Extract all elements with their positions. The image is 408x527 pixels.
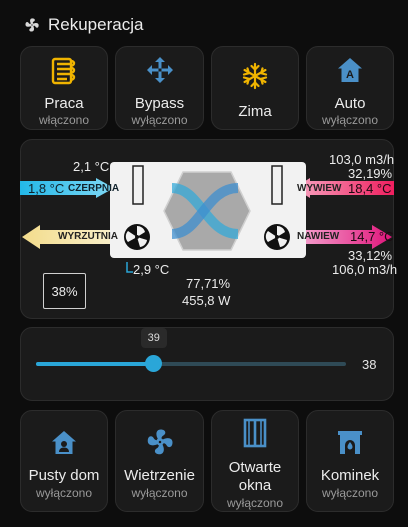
supply-fan-icon xyxy=(264,224,290,250)
nawiew-percent: 33,12% xyxy=(348,248,393,263)
fan-speed-slider-fill xyxy=(36,362,154,366)
power-value: 455,8 W xyxy=(182,293,231,308)
tile-otwarte-okna[interactable]: Otwarte okna wyłączono xyxy=(211,410,299,512)
tile-otwarte-okna-state: wyłączono xyxy=(226,496,284,510)
tile-kominek-label: Kominek xyxy=(320,467,380,484)
efficiency-value: 77,71% xyxy=(186,276,231,291)
exhaust-fan-icon xyxy=(124,224,150,250)
fan-speed-percent: 38% xyxy=(43,273,86,309)
czerpnia-temp: 1,8 °C xyxy=(28,181,65,196)
fan-icon xyxy=(147,429,172,455)
tile-kominek[interactable]: Kominek wyłączono xyxy=(306,410,394,512)
window-open-icon xyxy=(243,418,267,448)
tile-otwarte-okna-label-line2: okna xyxy=(238,477,272,494)
nawiew-label: NAWIEW xyxy=(297,231,340,242)
nawiew-temp: 14,7 °C xyxy=(350,229,394,244)
fan-speed-slider-value: 38 xyxy=(362,357,377,372)
tile-wietrzenie-label: Wietrzenie xyxy=(124,467,195,484)
wyrzutnia-label: WYRZUTNIA xyxy=(58,231,118,242)
wywiew-temp: 18,4 °C xyxy=(348,181,392,196)
tile-wietrzenie[interactable]: Wietrzenie wyłączono xyxy=(115,410,204,512)
nawiew-flow: 106,0 m3/h xyxy=(332,262,398,277)
fan-speed-slider-tooltip: 39 xyxy=(140,328,167,348)
temp-bottom: 2,9 °C xyxy=(133,262,170,277)
fireplace-icon xyxy=(338,431,362,454)
tile-otwarte-okna-label-line1: Otwarte xyxy=(228,459,282,476)
fan-speed-slider-track[interactable] xyxy=(36,362,346,366)
tile-pusty-dom-state: wyłączono xyxy=(35,486,93,500)
wywiew-flow: 103,0 m3/h xyxy=(329,152,395,167)
czerpnia-label: CZERPNIA xyxy=(68,183,120,194)
tile-wietrzenie-state: wyłączono xyxy=(131,486,188,500)
home-alert-icon xyxy=(52,431,76,454)
tile-pusty-dom[interactable]: Pusty dom wyłączono xyxy=(20,410,108,512)
tile-pusty-dom-label: Pusty dom xyxy=(28,467,100,484)
tile-kominek-state: wyłączono xyxy=(321,486,379,500)
wywiew-label: WYWIEW xyxy=(297,183,342,194)
wywiew-percent: 32,19% xyxy=(348,166,393,181)
temp-top-left: 2,1 °C xyxy=(73,159,110,174)
